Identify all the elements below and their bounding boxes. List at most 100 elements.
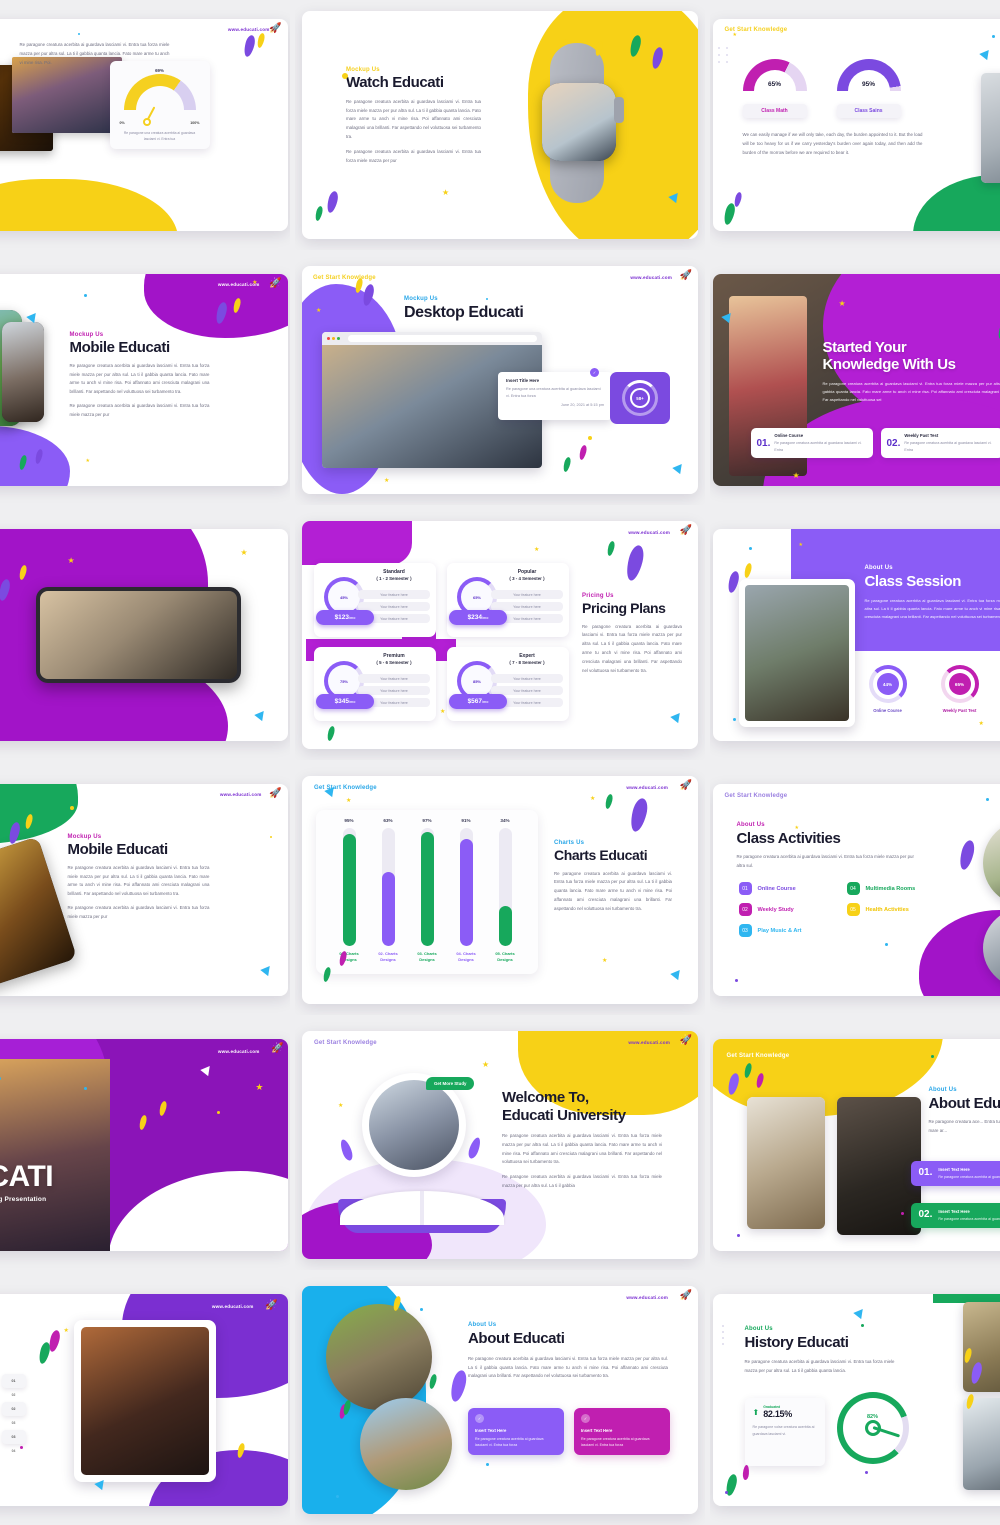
paper-plane-icon bbox=[260, 963, 273, 976]
page-title: Welcome To, Educati University bbox=[502, 1089, 662, 1125]
dot-accent bbox=[735, 979, 738, 982]
gauge-label-2[interactable]: Class Sains bbox=[837, 104, 901, 118]
step-badge[interactable]: 01 bbox=[2, 1374, 26, 1388]
brand-tagline: Educational & Learning Presentation bbox=[0, 1196, 53, 1203]
badge-get-more-study[interactable]: Get More Study bbox=[426, 1077, 474, 1090]
body-text: Re paragone creatura acerbita ai guardav… bbox=[70, 362, 210, 397]
brand-block: EDUCATI Educational & Learning Presentat… bbox=[0, 1160, 53, 1203]
pricing-card-expert[interactable]: Expert ( 7 - 8 Semester ) 85% Your featu… bbox=[447, 647, 569, 721]
dot-accent bbox=[749, 547, 752, 550]
plan-price-button[interactable]: $567/mo bbox=[449, 694, 507, 709]
gallery-cell: Mockup Us Mobile Educati Re paragone cre… bbox=[0, 765, 290, 1015]
gauge-label-1[interactable]: Class Math bbox=[743, 104, 807, 118]
slide-about-educati-cards[interactable]: Get Start Knowledge About Us About Edu R… bbox=[713, 1039, 1000, 1251]
activity-label: Online Course bbox=[758, 886, 796, 892]
card-title: Insert Text Here bbox=[475, 1428, 557, 1433]
page-title: Watch Educati bbox=[346, 75, 481, 92]
star-icon: ★ bbox=[795, 826, 799, 831]
plan-price-button[interactable]: $234/mo bbox=[449, 610, 507, 625]
address-bar[interactable] bbox=[348, 335, 537, 342]
body-text: Re paragone creatura acerbita ai guardav… bbox=[582, 623, 682, 676]
activity-item[interactable]: 03 Play Music & Art bbox=[739, 924, 839, 937]
paper-plane-icon bbox=[979, 47, 992, 60]
comma-shape-green bbox=[326, 725, 335, 741]
dot-accent bbox=[486, 1463, 489, 1466]
info-card-date: June 20, 2021 at 5:15 pm bbox=[506, 403, 604, 407]
slide-gauge-educati[interactable]: Educati Re paragone creatura acerbita ai… bbox=[0, 19, 288, 231]
slide-about-educati[interactable]: About Us About Educati Re paragone creat… bbox=[302, 1286, 698, 1514]
plan-price-button[interactable]: $123/mo bbox=[316, 610, 374, 625]
bar-category-label: 02. Charts Designs bbox=[371, 951, 405, 962]
numbered-card[interactable]: 02. Weekly Past Test Re paragone creatur… bbox=[881, 428, 1000, 458]
slide-pricing-plans[interactable]: Standard ( 1 - 2 Semester ) 45% Your fea… bbox=[302, 521, 698, 749]
window-maximize-dot[interactable] bbox=[337, 337, 340, 340]
pricing-card-popular[interactable]: Popular ( 3 - 4 Semester ) 65% Your feat… bbox=[447, 563, 569, 637]
plan-term: ( 5 - 6 Semester ) bbox=[358, 660, 430, 665]
window-minimize-dot[interactable] bbox=[332, 337, 335, 340]
activity-item[interactable]: 01 Online Course bbox=[739, 882, 839, 895]
pricing-card-standard[interactable]: Standard ( 1 - 2 Semester ) 45% Your fea… bbox=[314, 563, 436, 637]
slide-get-start-knowledge-gauges[interactable]: Get Start Knowledge 65% Class Math bbox=[713, 19, 1000, 231]
slide-charts-educati[interactable]: Get Start Knowledge 95%01. Charts Design… bbox=[302, 776, 698, 1004]
slide-class-activities[interactable]: Get Start Knowledge About Us Class Activ… bbox=[713, 784, 1000, 996]
plan-price: $123 bbox=[335, 614, 349, 621]
slide-mobile-educati-1[interactable]: Mockup Us Mobile Educati Re paragone cre… bbox=[0, 274, 288, 486]
slide-history-educati[interactable]: About Us History Educati Re paragone cre… bbox=[713, 1294, 1000, 1506]
body-text: Re paragone creatura acerbita ai guardav… bbox=[554, 870, 672, 914]
pricing-card-premium[interactable]: Premium ( 5 - 6 Semester ) 75% Your feat… bbox=[314, 647, 436, 721]
star-icon: ★ bbox=[86, 459, 90, 464]
slide-cover-educati[interactable]: EDUCATI Educational & Learning Presentat… bbox=[0, 1039, 288, 1251]
numbered-card[interactable]: 01. Online Course Re paragone creatura a… bbox=[751, 428, 873, 458]
plan-price-button[interactable]: $345/mo bbox=[316, 694, 374, 709]
activity-item[interactable]: 04 Multimedia Rooms bbox=[847, 882, 957, 895]
step-badge[interactable]: 03 bbox=[2, 1430, 26, 1444]
numbered-card-02[interactable]: 02. Insert Text Here Re paragone creatur… bbox=[911, 1203, 1000, 1228]
rocket-icon: 🚀 bbox=[271, 1043, 283, 1054]
ring-label: Online Course bbox=[869, 708, 907, 713]
dot-accent bbox=[78, 33, 80, 35]
step-badge[interactable]: 02 bbox=[2, 1402, 26, 1416]
activity-item[interactable]: 02 Weekly Study bbox=[739, 903, 839, 916]
activity-item[interactable]: 05 Health Activities bbox=[847, 903, 957, 916]
window-close-dot[interactable] bbox=[327, 337, 330, 340]
bar-fill bbox=[499, 906, 512, 946]
numbered-card-01[interactable]: 01. Insert Text Here Re paragone creatur… bbox=[911, 1161, 1000, 1186]
info-card-list: ✓ Insert Text Here Re paragone creatura … bbox=[468, 1408, 670, 1455]
body-text: Re paragone creatura acerbita ai guardav… bbox=[823, 380, 1000, 404]
plan-term: ( 7 - 8 Semester ) bbox=[491, 660, 563, 665]
info-card[interactable]: Insert Title Here Re paragone una creatu… bbox=[498, 372, 612, 420]
slide-students-list[interactable]: ...ents 01 02 02 03 03 04 www.educati.co… bbox=[0, 1294, 288, 1506]
page-title: About Educati bbox=[468, 1331, 668, 1348]
rocket-icon: 🚀 bbox=[680, 780, 692, 791]
plan-term: ( 3 - 4 Semester ) bbox=[491, 576, 563, 581]
bar-group: 91%04. Charts Designs bbox=[449, 818, 483, 962]
info-card-1[interactable]: ✓ Insert Text Here Re paragone creatura … bbox=[468, 1408, 564, 1455]
text-block: About Us Class Session Re paragone creat… bbox=[865, 565, 1000, 621]
text-block: About Us Class Activities Re paragone cr… bbox=[737, 822, 917, 870]
gallery-cell: Get Start Knowledge Get More Study Welco… bbox=[295, 1020, 705, 1270]
slide-watch-educati[interactable]: Mockup Us Watch Educati Re paragone crea… bbox=[302, 11, 698, 239]
paper-plane-icon bbox=[670, 967, 683, 980]
chart-card: 95%01. Charts Designs63%02. Charts Desig… bbox=[316, 810, 538, 974]
ring-widget-value: 58+ bbox=[630, 388, 650, 408]
slide-kicker: Mockup Us bbox=[404, 296, 523, 302]
comma-shape-purple bbox=[624, 544, 646, 582]
website-url: www.educati.com bbox=[628, 1040, 670, 1045]
slide-mobile-educati-2[interactable]: Mockup Us Mobile Educati Re paragone cre… bbox=[0, 784, 288, 996]
slide-mobile-educati-landscape[interactable]: ...ati ...ai guardava ...mazza per pur .… bbox=[0, 529, 288, 741]
slide-started-your-knowledge[interactable]: Started Your Knowledge With Us Re parago… bbox=[713, 274, 1000, 486]
stat-value: 82.15% bbox=[763, 1409, 792, 1419]
body-text-2: Re paragone creatura acerbita ai guardav… bbox=[346, 148, 481, 166]
slide-kicker: Pricing Us bbox=[582, 593, 682, 599]
comma-shape-purple bbox=[628, 797, 650, 833]
body-text: We can easily manage if we will only tak… bbox=[743, 131, 923, 157]
plan-name: Popular bbox=[491, 569, 563, 575]
slide-welcome-educati-university[interactable]: Get Start Knowledge Get More Study Welco… bbox=[302, 1031, 698, 1259]
rocket-icon: 🚀 bbox=[680, 525, 692, 536]
info-card-2[interactable]: ✓ Insert Text Here Re paragone creatura … bbox=[574, 1408, 670, 1455]
slide-desktop-educati[interactable]: Get Start Knowledge Mockup Us Desktop Ed… bbox=[302, 266, 698, 494]
page-title: Mobile Educati bbox=[70, 340, 210, 357]
text-block: Charts Us Charts Educati Re paragone cre… bbox=[554, 840, 672, 914]
dot-accent bbox=[901, 1212, 904, 1215]
slide-class-session[interactable]: About Us Class Session Re paragone creat… bbox=[713, 529, 1000, 741]
